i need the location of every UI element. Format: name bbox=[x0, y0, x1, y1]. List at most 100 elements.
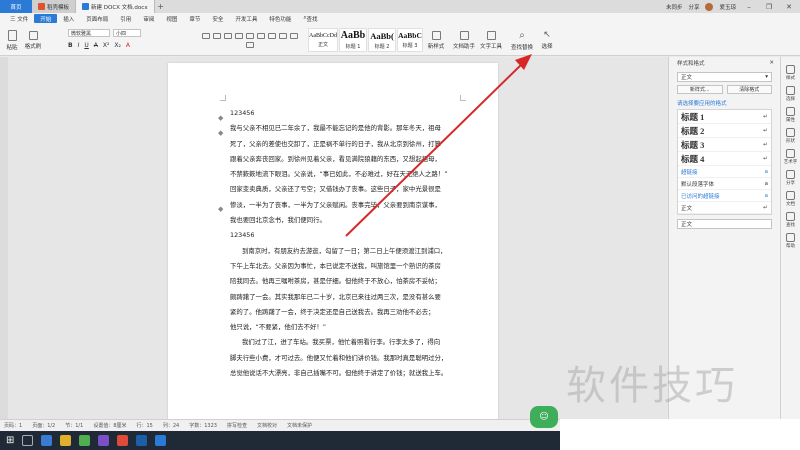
toolbar-properties[interactable]: 属性 bbox=[786, 107, 795, 123]
search-icon[interactable] bbox=[22, 435, 34, 446]
strike-icon[interactable]: A bbox=[94, 42, 98, 49]
word-icon[interactable] bbox=[155, 435, 167, 446]
style-list-item-visited-link[interactable]: 已访问的超链接 a bbox=[678, 190, 771, 202]
style-filter-select[interactable]: 正文 bbox=[677, 219, 772, 229]
sync-status[interactable]: 未同步 bbox=[666, 3, 683, 11]
tab-document[interactable]: 新建 DOCX 文档.docx bbox=[76, 0, 155, 13]
toolbar-styles[interactable]: 样式 bbox=[786, 65, 795, 81]
toolbar-find[interactable]: 查找 bbox=[786, 212, 795, 228]
format-painter-button[interactable]: 格式刷 bbox=[24, 28, 42, 52]
chrome-icon[interactable] bbox=[79, 435, 91, 446]
status-words[interactable]: 字数：1323 bbox=[189, 422, 217, 429]
wps-icon[interactable] bbox=[117, 435, 129, 446]
vertical-ruler bbox=[0, 57, 8, 419]
avatar[interactable] bbox=[705, 2, 714, 11]
clear-format-button[interactable]: 清除格式 bbox=[726, 85, 772, 94]
style-heading-2[interactable]: AaBb( 标题 2 bbox=[368, 28, 396, 52]
menu-review[interactable]: 审阅 bbox=[137, 14, 160, 23]
panel-close-icon[interactable]: ✕ bbox=[769, 60, 774, 66]
restore-icon[interactable]: ❐ bbox=[762, 3, 776, 11]
paste-button[interactable]: 粘贴 bbox=[4, 28, 20, 52]
justify-icon[interactable] bbox=[290, 32, 298, 39]
toolbar-label: 分享 bbox=[786, 181, 795, 186]
toolbar-document[interactable]: 文档 bbox=[786, 191, 795, 207]
tab-templates[interactable]: 稻壳模板 bbox=[32, 0, 77, 13]
status-protect[interactable]: 文档未保护 bbox=[287, 422, 312, 429]
select-button[interactable]: ↖ 选择 bbox=[538, 28, 556, 52]
toolbar-wordart[interactable]: 艺术字 bbox=[784, 149, 797, 165]
align-right-icon[interactable] bbox=[279, 32, 287, 39]
menu-references[interactable]: 引用 bbox=[114, 14, 137, 23]
new-style-button[interactable]: 新样式 bbox=[426, 28, 446, 52]
align-left-icon[interactable] bbox=[257, 32, 265, 39]
close-icon[interactable]: ✕ bbox=[782, 3, 796, 11]
style-list-item-heading-1[interactable]: 标题 1 ↵ bbox=[678, 110, 771, 124]
menu-features[interactable]: 特色功能 bbox=[263, 14, 297, 23]
menu-view[interactable]: 视图 bbox=[160, 14, 183, 23]
style-heading-3[interactable]: AaBbC 标题 3 bbox=[397, 28, 423, 52]
text-tool-button[interactable]: 文字工具 bbox=[480, 28, 502, 52]
toolbar-label: 形状 bbox=[786, 139, 795, 144]
style-list-item-default-font[interactable]: 默认段落字体 a bbox=[678, 178, 771, 190]
toolbar-share[interactable]: 分享 bbox=[786, 170, 795, 186]
current-style-select[interactable]: 正文 ▾ bbox=[677, 72, 772, 82]
style-list-item-heading-4[interactable]: 标题 4 ↵ bbox=[678, 152, 771, 166]
menu-chapter[interactable]: 章节 bbox=[183, 14, 206, 23]
align-center-icon[interactable] bbox=[268, 32, 276, 39]
doc-line: 跟着父亲奔丧回家。到徐州见着父亲，看见满院狼藉的东西，又想起祖母， bbox=[230, 154, 441, 163]
tab-home[interactable]: 首页 bbox=[0, 0, 32, 13]
style-list-item-normal[interactable]: 正文 ↵ bbox=[678, 202, 771, 214]
underline-icon[interactable]: U bbox=[84, 42, 88, 49]
style-list-item-label: 标题 2 bbox=[681, 125, 705, 136]
status-bar: 页码：1 页面：1/2 节：1/1 设置值：8厘米 行：15 列：24 字数：1… bbox=[0, 419, 560, 431]
minimize-icon[interactable]: – bbox=[742, 3, 756, 11]
toolbar-select[interactable]: 选择 bbox=[786, 86, 795, 102]
toolbar-shapes[interactable]: 形状 bbox=[786, 128, 795, 144]
menu-insert[interactable]: 插入 bbox=[57, 14, 80, 23]
document-page[interactable]: ◆ ◆ ◆ 123456 我与父亲不相见已二年余了，我最不能忘记的是他的背影。那… bbox=[168, 63, 498, 419]
add-tab-button[interactable]: + bbox=[155, 0, 167, 13]
subscript-icon[interactable]: X₂ bbox=[114, 42, 121, 49]
status-proofread[interactable]: 文档校对 bbox=[257, 422, 277, 429]
file-explorer-icon[interactable] bbox=[60, 435, 72, 446]
menu-home[interactable]: 开始 bbox=[34, 14, 58, 23]
font-size-select[interactable]: 小四 bbox=[113, 29, 141, 37]
bold-icon[interactable]: B bbox=[68, 42, 73, 49]
find-replace-button[interactable]: ⌕ 查找替换 bbox=[510, 28, 534, 52]
photoshop-icon[interactable] bbox=[136, 435, 148, 446]
menu-file[interactable]: 三 文件 bbox=[4, 14, 34, 23]
menu-search[interactable]: ⌕ 查找 bbox=[297, 14, 323, 23]
menu-layout[interactable]: 页面布局 bbox=[80, 14, 114, 23]
sort-icon[interactable] bbox=[246, 32, 254, 39]
style-list-item-hyperlink[interactable]: 超链接 a bbox=[678, 166, 771, 178]
numbering-icon[interactable] bbox=[213, 32, 221, 39]
bullets-icon[interactable] bbox=[202, 32, 210, 39]
document-body[interactable]: 123456 我与父亲不相见已二年余了，我最不能忘记的是他的背影。那年冬天，祖母… bbox=[230, 106, 460, 381]
toolbar-help[interactable]: 帮助 bbox=[786, 233, 795, 249]
italic-icon[interactable]: I bbox=[78, 42, 80, 49]
apply-style-hint: 请选择要应用的格式 bbox=[677, 101, 727, 107]
user-name[interactable]: 爱玉琼 bbox=[719, 3, 736, 11]
style-list-item-heading-2[interactable]: 标题 2 ↵ bbox=[678, 124, 771, 138]
indent-decrease-icon[interactable] bbox=[224, 32, 232, 39]
windows-start-icon[interactable]: ⊞ bbox=[6, 435, 14, 446]
edge-browser-icon[interactable] bbox=[41, 435, 53, 446]
app-icon[interactable] bbox=[98, 435, 110, 446]
float-assistant-button[interactable]: ☺ bbox=[530, 406, 558, 428]
doc-line: 我也要回北京念书，我们便同行。 bbox=[230, 216, 326, 225]
status-spell-check[interactable]: 拼写检查 bbox=[227, 422, 247, 429]
font-family-select[interactable]: 微软雅黑 bbox=[68, 29, 110, 37]
share-button[interactable]: 分享 bbox=[688, 3, 699, 11]
writing-assistant-button[interactable]: 文档助手 bbox=[453, 28, 475, 52]
new-style-panel-button[interactable]: 新样式... bbox=[677, 85, 723, 94]
style-list-item-heading-3[interactable]: 标题 3 ↵ bbox=[678, 138, 771, 152]
indent-increase-icon[interactable] bbox=[235, 32, 243, 39]
style-normal[interactable]: AaBbCcDd 正文 bbox=[308, 28, 338, 52]
line-spacing-icon[interactable] bbox=[246, 41, 254, 48]
menu-security[interactable]: 安全 bbox=[206, 14, 229, 23]
superscript-icon[interactable]: X² bbox=[103, 42, 110, 49]
doc-line: 总觉他说话不大漂亮，非自己插嘴不可。但他终于讲定了价钱；就送我上车。 bbox=[230, 369, 448, 378]
style-heading-1[interactable]: AaBb 标题 1 bbox=[339, 28, 367, 52]
menu-developer[interactable]: 开发工具 bbox=[229, 14, 263, 23]
font-color-icon[interactable]: A bbox=[126, 42, 130, 49]
